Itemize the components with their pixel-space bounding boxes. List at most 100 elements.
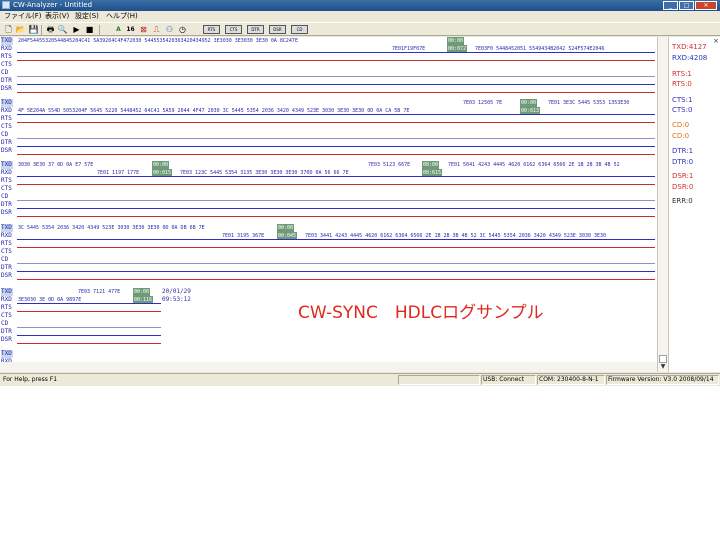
horizontal-scrollbar[interactable] [0,362,657,372]
dtr-label: DTR [1,328,12,335]
maximize-button[interactable]: □ [679,1,694,10]
txd-timestamp: 00:00 [152,161,170,169]
rts-toggle[interactable]: RTS [203,25,220,34]
menu-help[interactable]: ヘルプ(H) [106,11,138,22]
font-size-button[interactable]: 16 [125,24,136,35]
dtr-label: DTR [1,77,12,84]
txd-label: TXD [1,161,13,169]
stat-dsr-0: DSR:0 [672,183,694,191]
dtr-toggle[interactable]: DTR [247,25,264,34]
txd-data-2: 7E01 3E3C 5445 5353 1353E30 [548,100,630,106]
cd-label: CD [1,131,9,138]
dtr-label: DTR [1,139,12,146]
rts-label: RTS [1,53,12,60]
dsr-line [17,216,655,217]
menu-settings[interactable]: 設定(S) [75,11,99,22]
dsr-label: DSR [1,272,12,279]
txd-row: TXD 7E03 7121 477E 00:00 20/01/29 [0,288,657,296]
rxd-label: RXD [1,232,12,239]
app-icon [2,1,10,9]
status-usb: USB: Connect [483,376,525,383]
stat-rts-0: RTS:0 [672,80,692,88]
app-window: CW-Analyzer - Untitled _ □ ✕ ファイル(F) 表示(… [0,0,720,386]
save-icon[interactable]: 💾 [28,24,39,35]
stop-icon[interactable]: ■ [84,24,95,35]
txd-data: 7E03 7121 477E [78,289,121,295]
txd-row: TXD 204F54455320544845204C41 5A39204C4F4… [0,37,657,45]
capture-time: 09:53:12 [162,296,191,303]
menu-view[interactable]: 表示(V) [45,11,69,22]
txd-timestamp: 00:00 [447,37,465,45]
txd-data: 3C 5445 5354 2036 3420 4349 523E 3030 3E… [18,225,205,231]
cts-label: CTS [1,61,12,68]
signal-icon[interactable]: ⚇ [164,24,175,35]
txd-label: TXD [1,224,13,232]
cts-row: CTS [0,123,657,131]
dsr-label: DSR [1,336,12,343]
dsr-label: DSR [1,209,12,216]
overlay-caption: CW-SYNC HDLCログサンプル [298,303,544,323]
cts-toggle[interactable]: CTS [225,25,242,34]
title-bar[interactable]: CW-Analyzer - Untitled _ □ ✕ [0,0,720,11]
cd-label: CD [1,69,9,76]
minimize-button[interactable]: _ [663,1,678,10]
txd-data: 3030 3E30 37 0D 0A E7 57E [18,162,94,168]
signal-status-panel: × TXD:4127 RXD:4208 RTS:1 RTS:0 CTS:1 CT… [668,37,720,372]
vertical-scrollbar[interactable]: ▼ [657,37,668,372]
txd-row: TXD [0,350,657,358]
window-title: CW-Analyzer - Untitled [13,1,93,9]
pulse-icon[interactable]: ⎍ [151,24,162,35]
txd-data-2: 7E03 5123 667E [368,162,411,168]
font-a-button[interactable]: A [113,24,124,35]
filter-icon[interactable]: ⊠ [138,24,149,35]
rxd-label: RXD [1,169,12,176]
rts-label: RTS [1,304,12,311]
stat-dtr-1: DTR:1 [672,147,694,155]
rts-label: RTS [1,115,12,122]
dsr-line [17,154,655,155]
cd-toggle[interactable]: CD [291,25,308,34]
txd-timestamp-2: 00:00 [422,161,440,169]
toolbar: 🗋 📂 💾 🖶 🔍 ▶ ■ A 16 ⊠ ⎍ ⚇ ◷ RTS CTS DTR D… [0,22,720,36]
stat-dsr-1: DSR:1 [672,172,694,180]
rts-label: RTS [1,177,12,184]
txd-row: TXD 3C 5445 5354 2036 3420 4349 523E 303… [0,224,657,232]
cts-label: CTS [1,185,12,192]
txd-data: 7E03 12505 7E [463,100,503,106]
dsr-line [17,343,161,344]
dsr-label: DSR [1,147,12,154]
stat-cts-1: CTS:1 [672,96,693,104]
play-icon[interactable]: ▶ [71,24,82,35]
stat-rts-1: RTS:1 [672,70,692,78]
txd-data-3: 7E01 5041 4243 4445 4620 6162 6364 6566 … [448,162,620,168]
panel-close-icon[interactable]: × [713,37,719,45]
close-button[interactable]: ✕ [695,1,717,10]
find-icon[interactable]: 🔍 [57,24,68,35]
txd-timestamp: 00:00 [133,288,151,296]
dsr-line [17,92,655,93]
stat-txd-count: TXD:4127 [672,43,707,51]
dtr-label: DTR [1,201,12,208]
status-empty-cell [398,375,480,385]
clock-icon[interactable]: ◷ [177,24,188,35]
stat-cts-0: CTS:0 [672,106,693,114]
stat-dtr-0: DTR:0 [672,158,694,166]
print-icon[interactable]: 🖶 [45,24,56,35]
cd-label: CD [1,256,9,263]
open-folder-icon[interactable]: 📂 [15,24,26,35]
new-file-icon[interactable]: 🗋 [3,24,14,35]
status-help-text: For Help, press F1 [3,376,58,383]
dsr-label: DSR [1,85,12,92]
cts-row: CTS [0,248,657,256]
toolbar-separator [99,25,100,35]
txd-timestamp: 00:00 [520,99,538,107]
dsr-toggle[interactable]: DSR [269,25,286,34]
txd-label: TXD [1,99,13,107]
scroll-down-arrow-icon[interactable]: ▼ [658,362,668,372]
cts-label: CTS [1,248,12,255]
txd-data: 204F54455320544845204C41 5A39204C4F47203… [18,38,298,44]
status-bar: For Help, press F1 USB: Connect COM: 230… [0,373,720,386]
menu-file[interactable]: ファイル(F) [4,11,42,22]
rxd-label: RXD [1,296,12,303]
cd-label: CD [1,193,9,200]
